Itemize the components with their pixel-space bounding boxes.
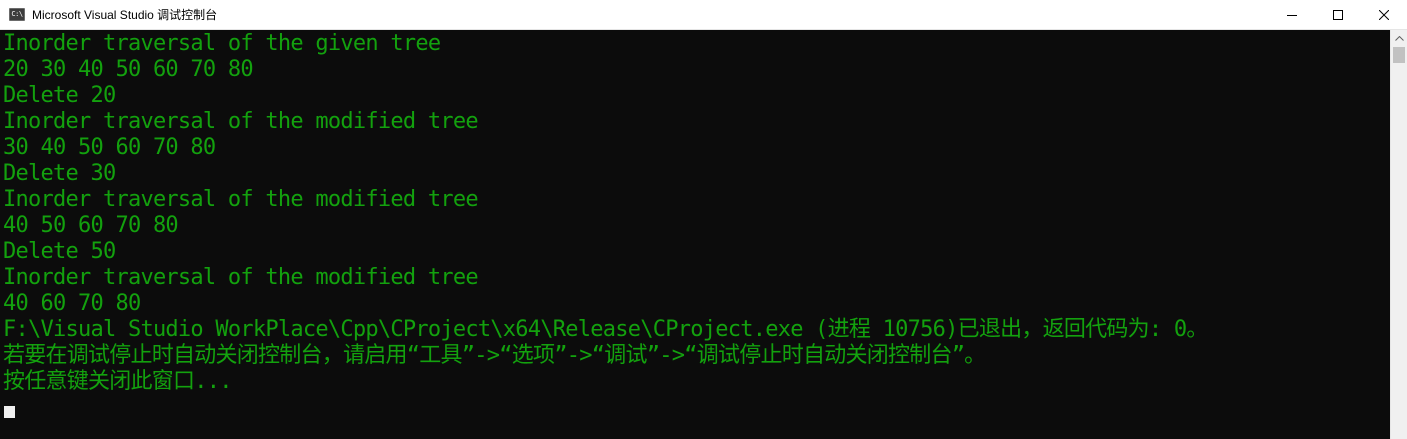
console-line: Inorder traversal of the modified tree xyxy=(3,265,479,290)
console-app-icon: C:\ xyxy=(9,8,25,21)
scroll-thumb[interactable] xyxy=(1393,47,1405,63)
console-line: Delete 20 xyxy=(3,83,116,108)
console-app-icon-label: C:\ xyxy=(11,10,23,18)
close-button[interactable] xyxy=(1361,0,1407,29)
minimize-button[interactable] xyxy=(1269,0,1315,29)
console-window: C:\ Microsoft Visual Studio 调试控制台 Inorde… xyxy=(0,0,1407,439)
console-line: 20 30 40 50 60 70 80 xyxy=(3,57,254,82)
maximize-icon xyxy=(1333,9,1343,20)
console-line: 30 40 50 60 70 80 xyxy=(3,135,216,160)
console-line: 40 60 70 80 xyxy=(3,291,141,316)
console-line: 若要在调试停止时自动关闭控制台，请启用“工具”->“选项”->“调试”->“调试… xyxy=(3,343,986,368)
vertical-scrollbar[interactable] xyxy=(1390,30,1407,439)
console-line: Delete 50 xyxy=(3,239,116,264)
chevron-up-icon xyxy=(1394,36,1404,41)
console-line: Delete 30 xyxy=(3,161,116,186)
scroll-up-button[interactable] xyxy=(1391,30,1407,47)
title-bar[interactable]: C:\ Microsoft Visual Studio 调试控制台 xyxy=(0,0,1407,30)
console-line: Inorder traversal of the modified tree xyxy=(3,187,479,212)
console-line: Inorder traversal of the modified tree xyxy=(3,109,479,134)
window-title: Microsoft Visual Studio 调试控制台 xyxy=(32,8,218,22)
maximize-button[interactable] xyxy=(1315,0,1361,29)
console-line: Inorder traversal of the given tree xyxy=(3,31,441,56)
console-line: 按任意键关闭此窗口... xyxy=(3,369,232,394)
window-controls xyxy=(1269,0,1407,29)
minimize-icon xyxy=(1287,14,1297,16)
text-cursor xyxy=(4,406,15,418)
console-line: F:\Visual Studio WorkPlace\Cpp\CProject\… xyxy=(3,317,1208,342)
console-line: 40 50 60 70 80 xyxy=(3,213,179,238)
close-icon xyxy=(1379,9,1389,20)
console-output[interactable]: Inorder traversal of the given tree 20 3… xyxy=(0,30,1390,439)
